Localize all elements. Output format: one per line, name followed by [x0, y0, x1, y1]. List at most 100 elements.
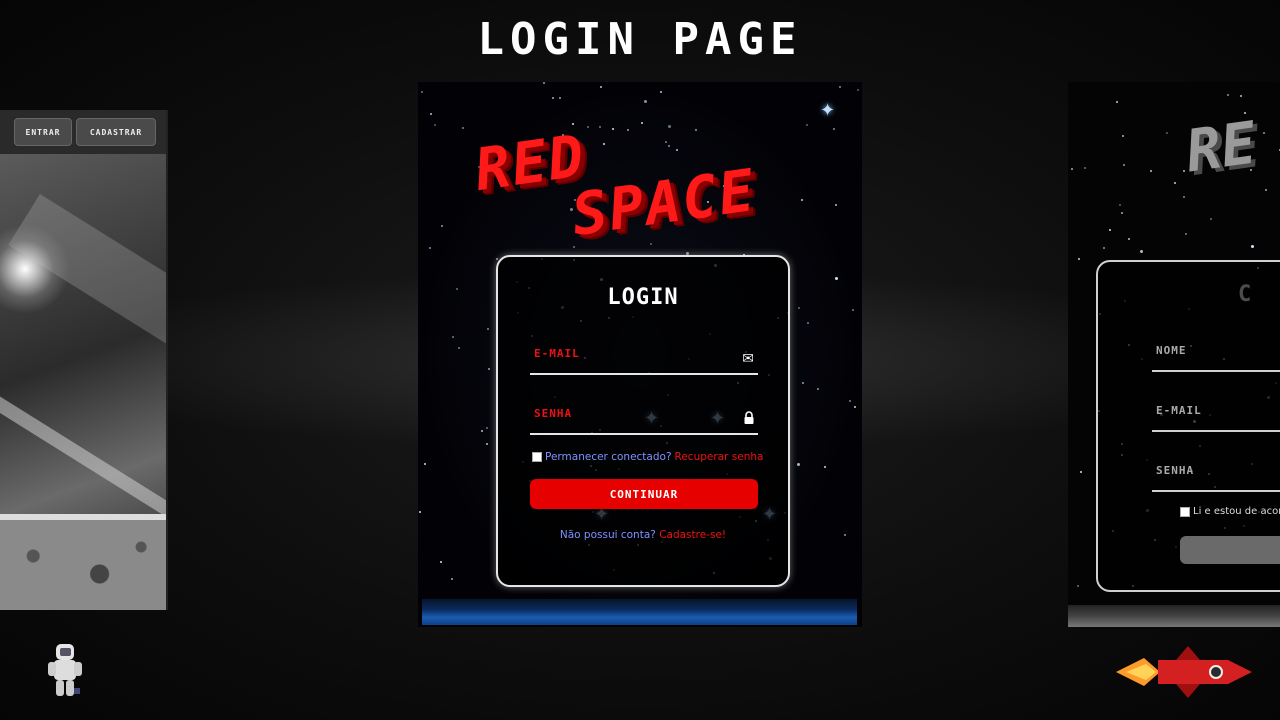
sparkle-icon: ✦: [820, 100, 836, 121]
signup-row: Não possui conta? Cadastre-se!: [498, 529, 788, 541]
star: [1077, 257, 1080, 260]
star: [440, 224, 443, 227]
signup-password-placeholder: SENHA: [1156, 464, 1195, 477]
star: [1210, 218, 1213, 221]
star: [1109, 228, 1112, 231]
star: [835, 276, 839, 280]
star: [558, 96, 561, 99]
star: [1119, 203, 1122, 206]
star: [481, 429, 484, 432]
email-field[interactable]: E-MAIL ✉: [530, 343, 758, 375]
star: [461, 127, 464, 130]
star: [832, 127, 835, 130]
envelope-icon: ✉: [742, 351, 754, 367]
name-placeholder: NOME: [1156, 344, 1187, 357]
star: [486, 328, 489, 331]
terms-checkbox[interactable]: [1180, 506, 1190, 517]
star: [440, 560, 443, 563]
star: [430, 112, 433, 115]
star: [838, 85, 841, 88]
star: [573, 245, 576, 248]
star: [659, 90, 662, 93]
footer-bar: [1068, 605, 1280, 627]
signup-password-field[interactable]: SENHA: [1152, 460, 1280, 492]
home-page-preview: ENTRAR CADASTRAR: [0, 110, 168, 610]
signup-email-placeholder: E-MAIL: [1156, 404, 1202, 417]
star: [650, 242, 653, 245]
star: [485, 427, 488, 430]
signup-page-preview: RE C NOME E-MAIL SENHA Li e estou de aco…: [1068, 82, 1280, 627]
space-illustration: [0, 154, 166, 610]
star: [1080, 470, 1083, 473]
star: [1128, 238, 1131, 241]
star: [457, 347, 460, 349]
email-placeholder: E-MAIL: [534, 347, 580, 360]
star: [796, 463, 800, 467]
star: [485, 442, 488, 445]
star: [853, 405, 856, 408]
red-space-logo: RED SPACE: [471, 103, 760, 256]
recover-password-link[interactable]: Recuperar senha: [675, 451, 764, 463]
star: [1183, 196, 1186, 199]
star: [1070, 168, 1073, 171]
star: [542, 82, 545, 84]
continue-button[interactable]: CONTINUAR: [530, 479, 758, 509]
star: [835, 204, 838, 207]
remember-row: Permanecer conectado? Recuperar senha: [532, 451, 763, 463]
star: [421, 91, 424, 94]
star: [428, 247, 431, 250]
star: [419, 511, 422, 514]
moon-surface: [0, 514, 166, 610]
star: [451, 578, 454, 581]
star: [1121, 212, 1124, 215]
star: [1084, 166, 1087, 169]
star: [1250, 245, 1254, 249]
star: [800, 199, 803, 202]
terms-row: Li e estou de acor: [1180, 506, 1280, 517]
star: [798, 307, 801, 310]
red-space-logo-grey: RE: [1181, 108, 1261, 186]
star: [455, 287, 458, 290]
signup-link[interactable]: Cadastre-se!: [659, 529, 726, 541]
star: [817, 387, 820, 390]
footer-bar: [422, 599, 857, 625]
star: [805, 124, 808, 127]
star: [644, 99, 648, 103]
star: [1115, 100, 1118, 103]
star: [1123, 163, 1126, 166]
star: [851, 309, 854, 312]
name-field[interactable]: NOME: [1152, 340, 1280, 372]
star: [1077, 585, 1080, 588]
star: [1139, 250, 1143, 254]
login-page-preview: ✦ ✦ ✦ ✦ ✦ RED SPACE LOGIN E-MAIL ✉ SENHA…: [418, 82, 862, 627]
star: [1264, 189, 1267, 192]
star: [857, 89, 860, 92]
signup-email-field[interactable]: E-MAIL: [1152, 400, 1280, 432]
star: [1183, 169, 1186, 172]
star: [1240, 94, 1243, 97]
remember-checkbox[interactable]: [532, 452, 542, 462]
star: [848, 399, 851, 402]
star: [823, 466, 826, 469]
no-account-text: Não possui conta?: [559, 529, 656, 541]
page-title: LOGIN PAGE: [477, 14, 803, 65]
star: [551, 97, 554, 100]
login-card: LOGIN E-MAIL ✉ SENHA Permanecer conectad…: [496, 255, 790, 587]
star: [1226, 93, 1229, 96]
login-title: LOGIN: [607, 285, 679, 310]
lock-icon: [744, 411, 754, 428]
star: [843, 533, 846, 536]
password-field[interactable]: SENHA: [530, 403, 758, 435]
signup-button[interactable]: [1180, 536, 1280, 564]
star: [600, 86, 603, 89]
astronaut-icon: [48, 644, 82, 696]
signup-nav-button[interactable]: CADASTRAR: [76, 118, 156, 146]
star: [451, 336, 454, 339]
star: [1263, 132, 1266, 135]
star: [1102, 246, 1105, 249]
star: [1166, 131, 1169, 134]
star: [1173, 181, 1176, 184]
login-nav-button[interactable]: ENTRAR: [14, 118, 72, 146]
star: [423, 462, 426, 465]
remember-label: Permanecer conectado?: [545, 451, 672, 463]
